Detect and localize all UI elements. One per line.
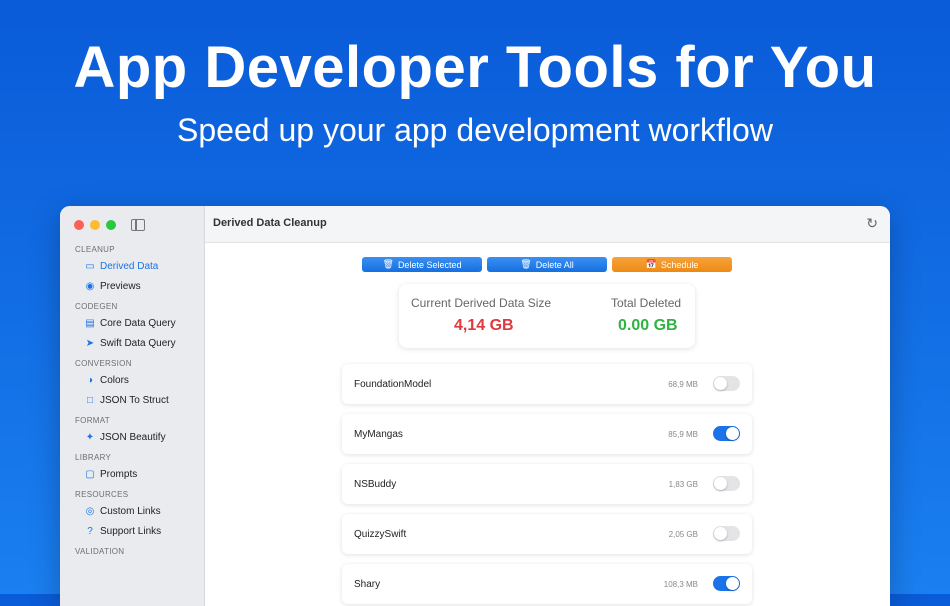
sidebar-section-title: RESOURCES bbox=[75, 490, 129, 499]
schedule-button[interactable]: 📅 Schedule bbox=[612, 257, 732, 272]
delete-all-label: Delete All bbox=[535, 259, 574, 270]
sidebar-item-label: Core Data Query bbox=[100, 317, 176, 329]
action-toolbar: 🗑 Delete Selected 🗑 Delete All 📅 Schedul… bbox=[362, 257, 732, 272]
project-select-toggle[interactable] bbox=[713, 476, 740, 491]
folder-icon: ▭ bbox=[85, 260, 95, 272]
sidebar-item[interactable]: ▢ Prompts bbox=[60, 464, 204, 484]
sidebar-item[interactable]: ➤ Swift Data Query bbox=[60, 333, 204, 353]
swift-icon: ➤ bbox=[85, 337, 95, 349]
toggle-knob bbox=[726, 427, 739, 440]
project-select-toggle[interactable] bbox=[713, 426, 740, 441]
trash-icon: 🗑 bbox=[520, 259, 532, 269]
project-name: NSBuddy bbox=[354, 479, 397, 490]
project-row: QuizzySwift 2,05 GB bbox=[342, 514, 752, 554]
current-size-label: Current Derived Data Size bbox=[411, 296, 552, 310]
sidebar-item-label: Previews bbox=[100, 280, 141, 292]
toggle-knob bbox=[714, 477, 727, 490]
total-deleted-value: 0.00 GB bbox=[618, 317, 678, 334]
delete-selected-button[interactable]: 🗑 Delete Selected bbox=[362, 257, 482, 272]
project-size: 85,9 MB bbox=[668, 430, 698, 439]
sparkles-icon: ✦ bbox=[85, 431, 95, 443]
document-icon: □ bbox=[86, 394, 94, 406]
sidebar-item[interactable]: ◑ Colors bbox=[60, 370, 204, 390]
eye-icon: ◉ bbox=[85, 280, 95, 292]
project-select-toggle[interactable] bbox=[713, 526, 740, 541]
project-name: QuizzySwift bbox=[354, 529, 407, 540]
project-select-toggle[interactable] bbox=[713, 376, 740, 391]
current-size-value: 4,14 GB bbox=[454, 317, 514, 334]
schedule-label: Schedule bbox=[660, 259, 699, 270]
sidebar-nav: CLEANUP ▭ Derived Data ◉ Previews CODEGEN ▤ Cor… bbox=[60, 244, 204, 558]
sidebar-item[interactable]: ▤ Core Data Query bbox=[60, 313, 204, 333]
sidebar-item[interactable]: □ JSON To Struct bbox=[60, 390, 204, 410]
sidebar-item-label: Custom Links bbox=[100, 505, 161, 517]
total-deleted-label: Total Deleted bbox=[611, 296, 682, 310]
sidebar-item[interactable]: ◎ Custom Links bbox=[60, 501, 204, 521]
sidebar-toggle-icon[interactable] bbox=[131, 219, 145, 231]
sidebar-item[interactable]: ✦ JSON Beautify bbox=[60, 427, 204, 447]
titlebar: Derived Data Cleanup ↻ bbox=[205, 206, 890, 243]
sidebar-section-title: CONVERSION bbox=[75, 359, 132, 368]
refresh-icon[interactable]: ↻ bbox=[866, 215, 878, 232]
sidebar-item-label: Prompts bbox=[100, 468, 138, 480]
database-icon: ▤ bbox=[85, 317, 95, 329]
palette-icon: ◑ bbox=[86, 374, 94, 386]
project-row: FoundationModel 68,9 MB bbox=[342, 364, 752, 404]
sidebar-item-label: Support Links bbox=[100, 525, 162, 537]
sidebar-item-label: JSON To Struct bbox=[100, 394, 169, 406]
trash-icon: 🗑 bbox=[382, 259, 394, 269]
main-content: Derived Data Cleanup ↻ 🗑 Delete Selected… bbox=[205, 206, 890, 606]
project-select-toggle[interactable] bbox=[713, 576, 740, 591]
sidebar-item-label: JSON Beautify bbox=[100, 431, 166, 443]
project-size: 2,05 GB bbox=[668, 530, 698, 539]
chat-icon: ▢ bbox=[85, 468, 95, 480]
app-window: CLEANUP ▭ Derived Data ◉ Previews CODEGEN ▤ Cor… bbox=[60, 206, 890, 606]
toggle-knob bbox=[726, 577, 739, 590]
sidebar-item-label: Swift Data Query bbox=[100, 337, 176, 349]
project-size: 68,9 MB bbox=[668, 380, 698, 389]
delete-all-button[interactable]: 🗑 Delete All bbox=[487, 257, 607, 272]
question-icon: ? bbox=[87, 525, 93, 537]
sidebar-item[interactable]: ◉ Previews bbox=[60, 276, 204, 296]
sidebar: CLEANUP ▭ Derived Data ◉ Previews CODEGEN ▤ Cor… bbox=[60, 206, 205, 606]
calendar-icon: 📅 bbox=[645, 259, 657, 269]
project-name: FoundationModel bbox=[354, 379, 432, 390]
close-button[interactable] bbox=[74, 220, 84, 230]
project-name: MyMangas bbox=[354, 429, 403, 440]
project-row: NSBuddy 1,83 GB bbox=[342, 464, 752, 504]
sidebar-section-title: LIBRARY bbox=[75, 453, 112, 462]
sidebar-section-title: CLEANUP bbox=[75, 245, 115, 254]
minimize-button[interactable] bbox=[90, 220, 100, 230]
toggle-knob bbox=[714, 377, 727, 390]
compass-icon: ◎ bbox=[85, 505, 95, 517]
toggle-knob bbox=[714, 527, 727, 540]
sidebar-item[interactable]: ▭ Derived Data bbox=[60, 256, 204, 276]
sidebar-section-title: CODEGEN bbox=[75, 302, 118, 311]
zoom-button[interactable] bbox=[106, 220, 116, 230]
hero-title: App Developer Tools for You bbox=[73, 35, 877, 100]
hero-subtitle: Speed up your app development workflow bbox=[177, 112, 773, 148]
project-row: Shary 108,3 MB bbox=[342, 564, 752, 604]
delete-selected-label: Delete Selected bbox=[397, 259, 462, 270]
sidebar-section-title: FORMAT bbox=[75, 416, 110, 425]
sidebar-section-title: VALIDATION bbox=[75, 547, 125, 556]
project-size: 1,83 GB bbox=[668, 480, 698, 489]
stats-card: Current Derived Data Size 4,14 GB Total … bbox=[399, 284, 695, 348]
project-list: FoundationModel 68,9 MB MyMangas 85,9 MB NSB… bbox=[342, 364, 752, 606]
sidebar-item-label: Colors bbox=[100, 374, 129, 386]
project-size: 108,3 MB bbox=[663, 580, 698, 589]
project-name: Shary bbox=[354, 579, 381, 590]
project-row: MyMangas 85,9 MB bbox=[342, 414, 752, 454]
sidebar-item[interactable]: ? Support Links bbox=[60, 521, 204, 541]
sidebar-item-label: Derived Data bbox=[100, 260, 159, 272]
window-controls bbox=[74, 220, 116, 230]
window-title: Derived Data Cleanup bbox=[213, 217, 327, 229]
